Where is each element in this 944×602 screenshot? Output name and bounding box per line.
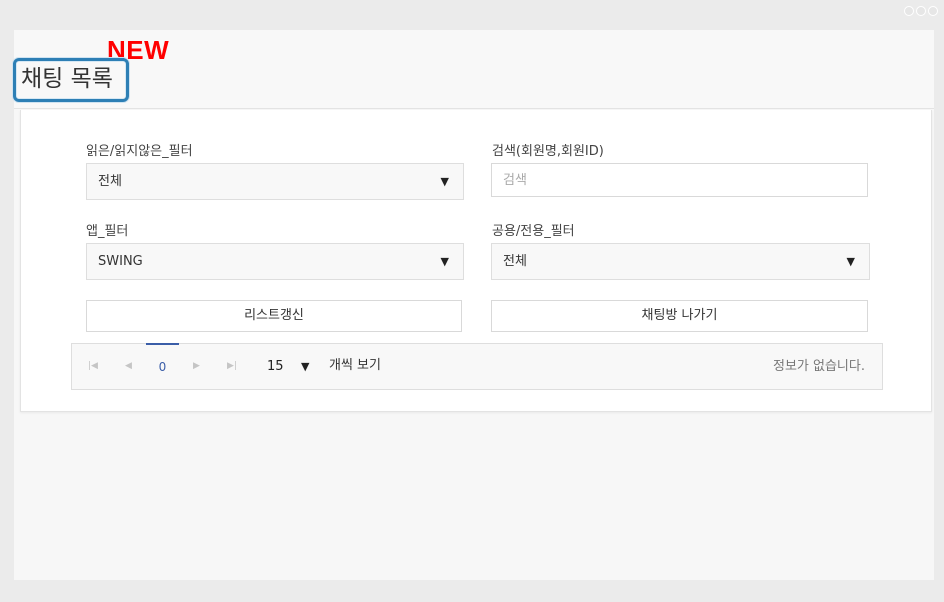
window-controls bbox=[904, 6, 938, 16]
pager: |◀ ◀ 0 ▶ ▶| 15 ▼ 개씩 보기 정보가 없습니다. bbox=[71, 343, 883, 390]
app-filter-label: 앱_필터 bbox=[86, 224, 129, 239]
page-header: NEW 채팅 목록 bbox=[13, 30, 934, 109]
window-dot-icon[interactable] bbox=[928, 6, 938, 16]
current-page[interactable]: 0 bbox=[146, 343, 179, 389]
caret-down-icon: ▼ bbox=[846, 255, 855, 268]
app-frame: NEW 채팅 목록 읽은/읽지않은_필터 전체 ▼ 검색(회원명,회원ID) 앱… bbox=[13, 30, 934, 580]
caret-down-icon[interactable]: ▼ bbox=[301, 344, 309, 389]
scope-filter-label: 공용/전용_필터 bbox=[492, 224, 575, 239]
read-filter-select[interactable]: 전체 ▼ bbox=[86, 163, 464, 200]
leave-chat-button[interactable]: 채팅방 나가기 bbox=[491, 300, 868, 332]
search-input[interactable] bbox=[491, 163, 868, 197]
filter-panel: 읽은/읽지않은_필터 전체 ▼ 검색(회원명,회원ID) 앱_필터 SWING … bbox=[20, 110, 932, 412]
search-label: 검색(회원명,회원ID) bbox=[492, 144, 604, 159]
read-filter-value: 전체 bbox=[98, 174, 122, 189]
prev-page-icon[interactable]: ◀ bbox=[125, 344, 132, 389]
page-title: 채팅 목록 bbox=[13, 58, 129, 102]
caret-down-icon: ▼ bbox=[440, 255, 449, 268]
window-dot-icon[interactable] bbox=[904, 6, 914, 16]
per-page-label: 개씩 보기 bbox=[329, 358, 381, 373]
last-page-icon[interactable]: ▶| bbox=[227, 344, 237, 389]
next-page-icon[interactable]: ▶ bbox=[193, 344, 200, 389]
scope-filter-value: 전체 bbox=[503, 254, 527, 269]
pager-info: 정보가 없습니다. bbox=[773, 359, 865, 374]
page-size-value[interactable]: 15 bbox=[267, 344, 284, 389]
read-filter-label: 읽은/읽지않은_필터 bbox=[86, 144, 193, 159]
app-filter-select[interactable]: SWING ▼ bbox=[86, 243, 464, 280]
refresh-list-button[interactable]: 리스트갱신 bbox=[86, 300, 462, 332]
window-dot-icon[interactable] bbox=[916, 6, 926, 16]
first-page-icon[interactable]: |◀ bbox=[88, 344, 98, 389]
app-filter-value: SWING bbox=[98, 254, 143, 269]
caret-down-icon: ▼ bbox=[440, 175, 449, 188]
scope-filter-select[interactable]: 전체 ▼ bbox=[491, 243, 870, 280]
